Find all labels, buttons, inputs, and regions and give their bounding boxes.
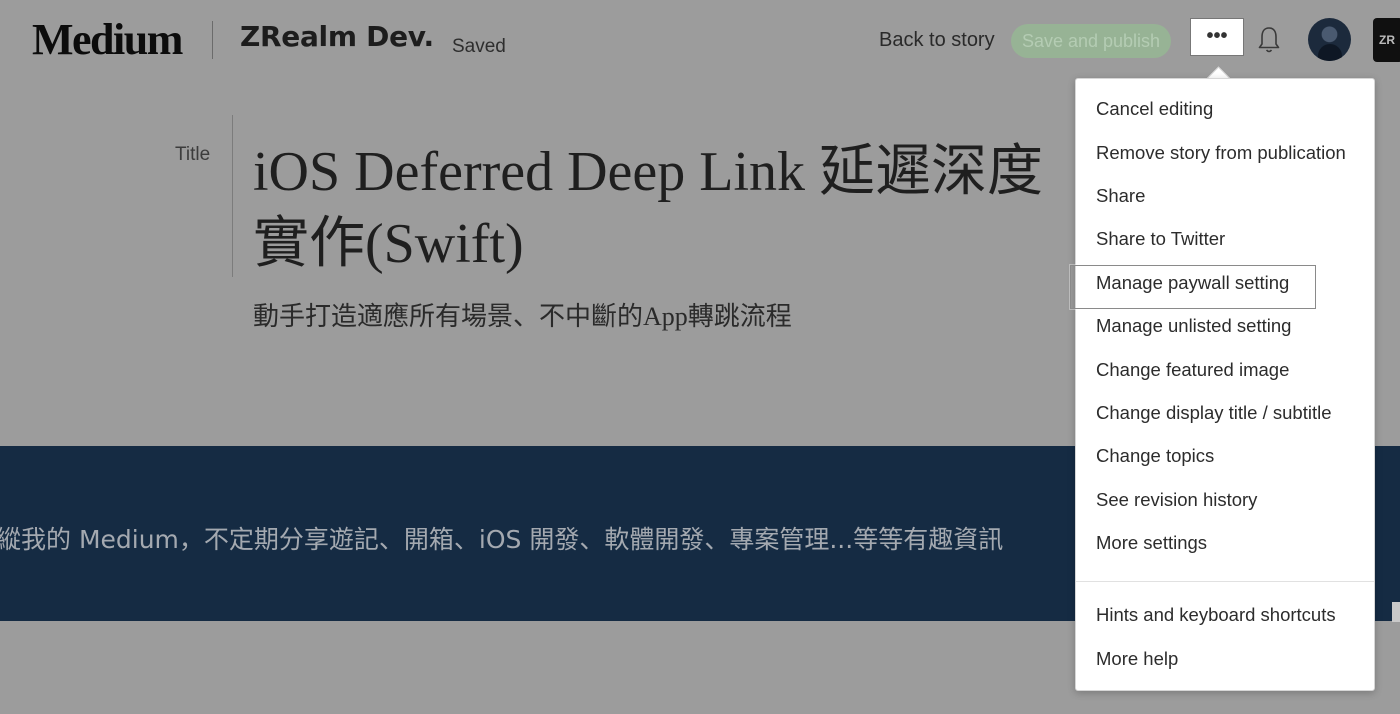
- top-bar: Medium ZRealm Dev. Saved Back to story S…: [0, 0, 1400, 82]
- header-divider: [212, 21, 213, 59]
- menu-item-remove-from-publication[interactable]: Remove story from publication: [1096, 142, 1346, 164]
- medium-logo[interactable]: Medium: [32, 14, 183, 65]
- menu-item-share[interactable]: Share: [1096, 185, 1145, 207]
- extension-icon[interactable]: ZR: [1373, 18, 1400, 62]
- menu-item-manage-unlisted[interactable]: Manage unlisted setting: [1096, 315, 1291, 337]
- bell-icon[interactable]: [1257, 25, 1281, 55]
- menu-divider: [1076, 581, 1374, 582]
- save-status: Saved: [452, 36, 506, 57]
- story-title-line: iOS Deferred Deep Link 延遲深度: [253, 141, 1044, 203]
- highlighted-menu-item-frame: [1070, 265, 1316, 309]
- more-options-button[interactable]: •••: [1190, 18, 1244, 56]
- publication-name[interactable]: ZRealm Dev.: [240, 20, 434, 53]
- menu-item-more-help[interactable]: More help: [1096, 648, 1178, 670]
- user-avatar[interactable]: [1308, 18, 1351, 61]
- menu-item-revision-history[interactable]: See revision history: [1096, 489, 1257, 511]
- title-field-label: Title: [175, 144, 211, 165]
- title-margin-rule: [232, 115, 233, 277]
- back-to-story-link[interactable]: Back to story: [879, 29, 995, 52]
- menu-item-change-topics[interactable]: Change topics: [1096, 445, 1214, 467]
- more-options-menu: Cancel editing Remove story from publica…: [1075, 78, 1375, 691]
- story-title-line: 實作(Swift): [253, 213, 524, 275]
- menu-item-cancel-editing[interactable]: Cancel editing: [1096, 98, 1213, 120]
- scroll-edge: [1392, 602, 1400, 622]
- menu-item-more-settings[interactable]: More settings: [1096, 532, 1207, 554]
- banner-caption: 縱我的 Medium，不定期分享遊記、開箱、iOS 開發、軟體開發、專案管理..…: [0, 525, 1004, 554]
- story-subtitle[interactable]: 動手打造適應所有場景、不中斷的App轉跳流程: [253, 296, 792, 333]
- menu-item-hints-shortcuts[interactable]: Hints and keyboard shortcuts: [1096, 604, 1336, 626]
- menu-item-change-featured-image[interactable]: Change featured image: [1096, 359, 1289, 381]
- menu-item-share-to-twitter[interactable]: Share to Twitter: [1096, 228, 1225, 250]
- save-and-publish-button[interactable]: Save and publish: [1011, 24, 1171, 58]
- menu-item-change-display-title[interactable]: Change display title / subtitle: [1096, 402, 1332, 424]
- story-title[interactable]: iOS Deferred Deep Link 延遲深度 實作(Swift): [253, 136, 1083, 280]
